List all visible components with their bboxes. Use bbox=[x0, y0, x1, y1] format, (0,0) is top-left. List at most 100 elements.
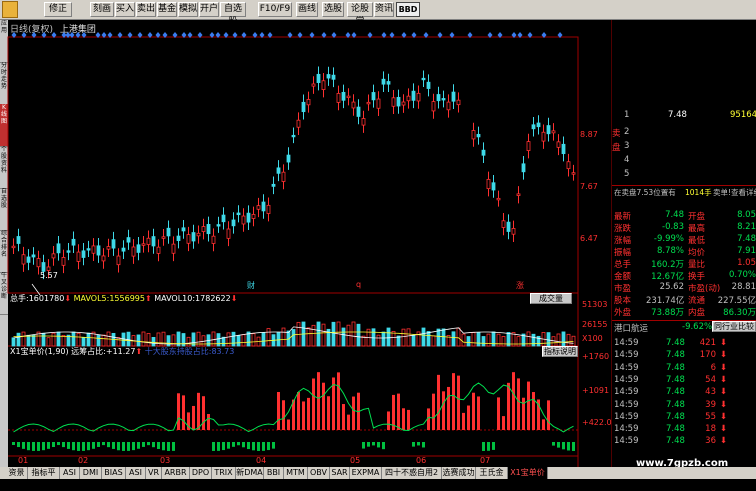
bottom-tab[interactable]: BIAS bbox=[102, 467, 126, 479]
bottom-tab[interactable]: OBV bbox=[308, 467, 330, 479]
volume-bar bbox=[21, 331, 26, 347]
candle-body bbox=[91, 245, 96, 254]
volume-bar bbox=[11, 337, 16, 347]
volume-bar bbox=[216, 333, 221, 347]
indicator-bar-negative bbox=[262, 442, 265, 451]
candle-body bbox=[311, 83, 316, 87]
bottom-tab[interactable]: SAR bbox=[330, 467, 350, 479]
bottom-tab[interactable]: ASI bbox=[126, 467, 146, 479]
volume-axis-unit: X100 bbox=[582, 334, 603, 343]
volume-indicator-button[interactable]: 成交量 bbox=[530, 293, 572, 304]
indicator-bar-positive bbox=[182, 395, 185, 430]
bottom-tab[interactable]: EXPMA bbox=[350, 467, 382, 479]
candle-body bbox=[551, 130, 556, 134]
indicator-bar-negative bbox=[122, 442, 125, 451]
toolbar-sell-button[interactable]: 卖出 bbox=[136, 2, 156, 17]
candle-body bbox=[11, 245, 16, 249]
candle-body bbox=[391, 97, 396, 107]
bottom-tab[interactable]: MTM bbox=[284, 467, 308, 479]
candle-body bbox=[131, 246, 136, 257]
indicator-bar-negative bbox=[562, 442, 565, 450]
bottom-tab[interactable]: X1宝单价 bbox=[508, 467, 548, 479]
toolbar-simulate-button[interactable]: 模拟 bbox=[178, 2, 198, 17]
candle-body bbox=[256, 205, 261, 210]
volume-bar bbox=[561, 331, 566, 347]
volume-bar bbox=[241, 334, 246, 347]
stat-label: 最高 bbox=[688, 224, 706, 234]
toolbar-draw-button[interactable]: 刻画 bbox=[90, 2, 114, 17]
volume-bar bbox=[251, 333, 256, 347]
toolbar-open-account-button[interactable]: 开户 bbox=[199, 2, 219, 17]
indicator-bar-negative bbox=[237, 442, 240, 446]
toolbar-fund-button[interactable]: 基金 bbox=[157, 2, 177, 17]
stat-label: 均价 bbox=[688, 248, 706, 258]
indicator-bar-negative bbox=[47, 442, 50, 449]
indicator-bar-negative bbox=[107, 442, 110, 448]
indicator-bar-positive bbox=[467, 405, 470, 430]
bottom-tab[interactable]: DPO bbox=[190, 467, 212, 479]
bottom-tab[interactable]: 资景 bbox=[6, 467, 28, 479]
toolbar-forum-button[interactable]: 论股堂 bbox=[347, 2, 373, 27]
candle-body bbox=[51, 253, 56, 259]
toolbar-drawline-button[interactable]: 画线 bbox=[296, 2, 318, 17]
stat-value: 8.78% bbox=[656, 246, 684, 256]
bottom-tab[interactable]: VR bbox=[146, 467, 162, 479]
candle-body bbox=[406, 95, 411, 102]
indicator-bar-positive bbox=[542, 419, 545, 430]
candle-body bbox=[521, 163, 526, 173]
stat-label: 开盘 bbox=[688, 212, 706, 222]
price-axis-label-low: 6.47 bbox=[580, 234, 598, 243]
indicator-bar-negative bbox=[62, 442, 65, 448]
candle-body bbox=[171, 243, 176, 254]
toolbar-buy-button[interactable]: 买入 bbox=[115, 2, 135, 17]
candle-body bbox=[151, 236, 156, 247]
bottom-tab[interactable]: 王氏金线 bbox=[476, 467, 508, 489]
volume-bar bbox=[41, 332, 46, 347]
bottom-tab[interactable]: 选赛成功 bbox=[442, 467, 476, 479]
candle-body bbox=[161, 236, 166, 239]
indicator-bar-negative bbox=[417, 442, 420, 446]
down-arrow-icon: ⬇ bbox=[720, 338, 728, 348]
volume-bar bbox=[86, 332, 91, 347]
bottom-tab[interactable]: DMI bbox=[80, 467, 102, 479]
bottom-tab[interactable]: ARBR bbox=[162, 467, 190, 479]
volume-bar bbox=[281, 327, 286, 347]
candle-body bbox=[336, 93, 341, 103]
toolbar-watchlist-button[interactable]: 自选股 bbox=[220, 2, 246, 27]
bottom-tab[interactable]: 四十不惑自用2 bbox=[382, 467, 442, 479]
bottom-tab[interactable]: BBI bbox=[264, 467, 284, 479]
indicator-bar-negative bbox=[217, 442, 220, 451]
candle-body bbox=[451, 91, 456, 102]
order-summary[interactable]: 在卖盘7.53位置有 1014手 卖单!查看详细 bbox=[612, 185, 756, 197]
bottom-tab[interactable]: TRIX bbox=[212, 467, 236, 479]
volume-bar bbox=[166, 335, 171, 347]
volume-bar bbox=[186, 336, 191, 347]
candle-body bbox=[366, 101, 371, 105]
stat-value: 25.62 bbox=[659, 282, 684, 292]
indicator-help-button[interactable]: 指标说明 bbox=[542, 346, 578, 357]
toolbar-fix-button[interactable]: 修正 bbox=[44, 2, 72, 17]
toolbar-pick-stock-button[interactable]: 选股 bbox=[322, 2, 344, 17]
indicator-bar-positive bbox=[397, 393, 400, 430]
bottom-tab[interactable]: 新DMA bbox=[236, 467, 264, 479]
candle-body bbox=[241, 215, 246, 225]
toolbar-news-button[interactable]: 资讯 bbox=[374, 2, 394, 17]
stat-value: 0.70% bbox=[728, 270, 756, 280]
indicator-axis-top: +1760 bbox=[582, 352, 610, 361]
volume-bar bbox=[351, 321, 356, 347]
indicator-bar-negative bbox=[377, 442, 380, 448]
chart-canvas[interactable] bbox=[0, 20, 612, 467]
candle-body bbox=[121, 247, 126, 252]
peer-compare-button[interactable]: 同行业比较 bbox=[712, 321, 756, 332]
down-arrow-icon: ⬇ bbox=[720, 387, 728, 398]
bottom-tab[interactable]: 指标平台 bbox=[28, 467, 60, 489]
sell-row-1: 1 7.48 95164 bbox=[624, 110, 756, 120]
volume-axis-mid: 26155 bbox=[582, 320, 608, 329]
sell-row-4: 4 bbox=[624, 155, 630, 165]
indicator-bar-positive bbox=[452, 373, 455, 430]
candle-body bbox=[156, 246, 161, 254]
stat-label: 最新 bbox=[614, 212, 632, 222]
bottom-tab[interactable]: ASI bbox=[60, 467, 80, 479]
toolbar-bbd-button[interactable]: BBD bbox=[396, 2, 420, 17]
toolbar-f10-button[interactable]: F10/F9 bbox=[258, 2, 292, 17]
